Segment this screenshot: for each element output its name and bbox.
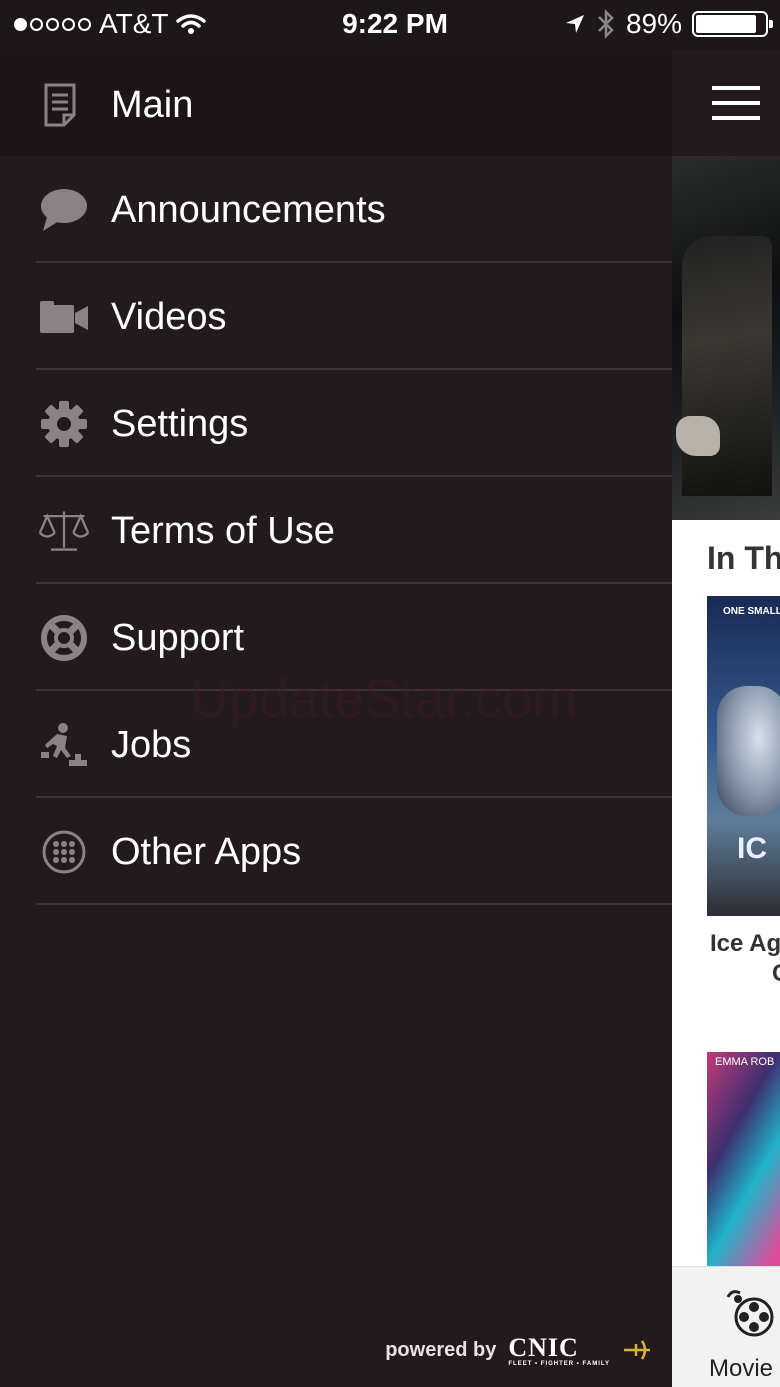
trident-icon	[624, 1340, 650, 1360]
apps-grid-icon	[38, 826, 90, 878]
movie-title: Ice Ag	[710, 930, 780, 957]
poster-tagline: ONE SMALL	[723, 606, 780, 617]
scales-icon	[38, 505, 90, 557]
poster-tagline: EMMA ROB	[715, 1056, 775, 1068]
menu-item-label: Terms of Use	[111, 510, 335, 552]
hero-image[interactable]	[672, 156, 780, 520]
menu-item-label: Announcements	[111, 189, 386, 231]
menu-item-label: Support	[111, 617, 245, 659]
drawer-header-main[interactable]: Main	[0, 50, 672, 156]
movie-poster[interactable]: ONE SMALL IC	[707, 596, 780, 916]
menu-item-other-apps[interactable]: Other Apps	[0, 798, 672, 905]
menu-item-label: Videos	[111, 296, 227, 338]
cnic-logo: CNIC FLEET • FIGHTER • FAMILY	[508, 1333, 610, 1367]
content-top-bar	[672, 50, 780, 156]
gear-icon	[38, 398, 90, 450]
movie-poster[interactable]: EMMA ROB	[707, 1052, 780, 1267]
bluetooth-icon	[598, 9, 614, 39]
tab-bar: Movie	[672, 1266, 780, 1387]
menu-item-jobs[interactable]: Jobs	[0, 691, 672, 798]
navigation-drawer: Main Announcements Videos Settings Terms…	[0, 50, 672, 1387]
menu-item-label: Jobs	[111, 724, 192, 766]
speech-bubble-icon	[38, 184, 90, 236]
menu-item-label: Settings	[111, 403, 249, 445]
menu-hamburger-icon[interactable]	[712, 86, 760, 131]
status-bar: AT&T 9:22 PM 89%	[0, 0, 780, 50]
menu-item-terms-of-use[interactable]: Terms of Use	[0, 477, 672, 584]
tab-movies-label[interactable]: Movie	[709, 1355, 773, 1383]
movie-title-line2: C	[772, 960, 780, 988]
battery-icon	[692, 11, 773, 37]
powered-by-footer: powered by CNIC FLEET • FIGHTER • FAMILY	[385, 1333, 652, 1367]
lifebuoy-icon	[38, 612, 90, 664]
video-camera-icon	[38, 291, 90, 343]
drawer-menu: Announcements Videos Settings Terms of U…	[0, 156, 672, 905]
menu-item-label: Other Apps	[111, 831, 302, 873]
divider	[36, 903, 672, 905]
menu-item-support[interactable]: Support	[0, 584, 672, 691]
film-reel-icon[interactable]	[724, 1287, 776, 1344]
cnic-brand: CNIC	[508, 1333, 579, 1362]
drawer-header-title: Main	[111, 84, 194, 126]
menu-item-videos[interactable]: Videos	[0, 263, 672, 370]
climbing-stairs-icon	[38, 719, 90, 771]
status-right: 89%	[564, 8, 773, 40]
section-title: In Th	[707, 540, 780, 576]
main-content-peek: In Th ONE SMALL IC Ice Ag C EMMA ROB Mov…	[672, 50, 780, 1387]
poster-title: IC	[737, 832, 767, 865]
battery-percent: 89%	[625, 8, 682, 39]
powered-by-label: powered by	[385, 1338, 497, 1361]
menu-item-announcements[interactable]: Announcements	[0, 156, 672, 263]
menu-item-settings[interactable]: Settings	[0, 370, 672, 477]
document-icon	[42, 83, 78, 132]
cnic-tagline: FLEET • FIGHTER • FAMILY	[508, 1361, 610, 1367]
location-arrow-icon	[565, 15, 584, 33]
